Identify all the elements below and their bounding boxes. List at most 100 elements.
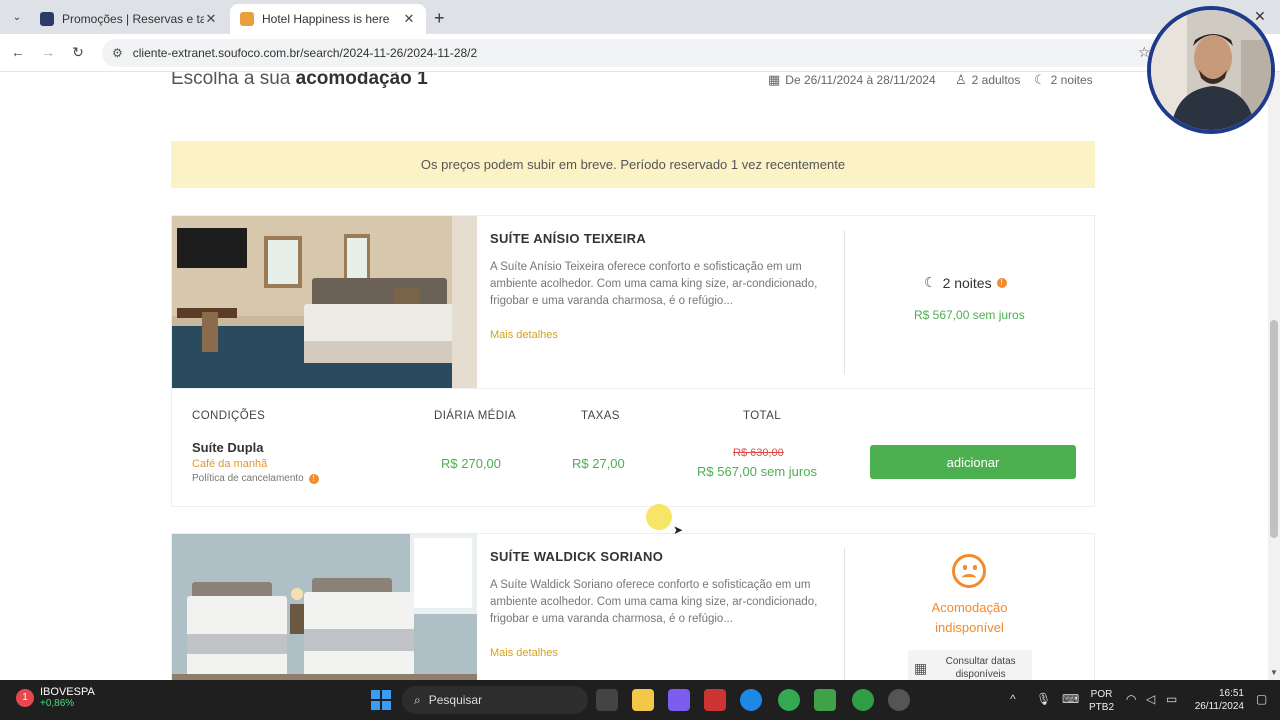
keyboard-layout: PTB2 [1089, 702, 1115, 713]
divider [172, 388, 1094, 389]
copilot-icon[interactable] [668, 689, 690, 711]
more-details-link[interactable]: Mais detalhes [490, 647, 558, 659]
taxes-value: R$ 27,00 [572, 456, 625, 471]
scroll-down-arrow-icon[interactable]: ▼ [1270, 668, 1278, 677]
close-tab-icon[interactable]: ✕ [402, 11, 416, 27]
notification-badge-icon: 1 [16, 688, 34, 707]
stock-widget[interactable]: 1 IBOVESPA +0,86% [16, 686, 95, 709]
edge-browser-icon[interactable] [740, 689, 762, 711]
url-text: cliente-extranet.soufoco.com.br/search/2… [132, 46, 478, 60]
daily-average-value: R$ 270,00 [441, 456, 501, 471]
file-explorer-icon[interactable] [632, 689, 654, 711]
battery-icon[interactable]: ▭ [1166, 692, 1177, 706]
clock-time: 16:51 [1218, 688, 1244, 699]
taskbar-search[interactable]: ⌕ Pesquisar [402, 686, 588, 714]
clock-date: 26/11/2024 [1194, 701, 1244, 712]
reload-icon[interactable]: ↻ [68, 44, 88, 61]
app-icon[interactable] [704, 689, 726, 711]
guests-count: ♙ 2 adultos [955, 72, 1020, 88]
nights-count: ☾ 2 noites [1034, 72, 1093, 88]
address-bar[interactable]: ⚙ cliente-extranet.soufoco.com.br/search… [102, 39, 1162, 67]
windows-start-icon[interactable] [371, 690, 391, 710]
window-close-icon[interactable]: ✕ [1254, 8, 1266, 25]
header-total: TOTAL [743, 410, 781, 422]
info-icon[interactable]: ! [996, 277, 1007, 288]
site-settings-icon[interactable]: ⚙ [112, 46, 123, 60]
cursor-highlight [646, 504, 672, 530]
guests-text: 2 adultos [971, 73, 1021, 87]
room-nights: ☾ 2 noites ! [924, 274, 1007, 291]
heading-prefix: Escolha a sua [171, 72, 291, 89]
room-photo[interactable] [172, 216, 477, 388]
total-price: R$ 567,00 sem juros [697, 464, 817, 479]
room-description: A Suíte Anísio Teixeira oferece conforto… [490, 261, 818, 307]
header-conditions: CONDIÇÕES [192, 410, 266, 422]
language-indicator[interactable]: POR PTB2 [1089, 688, 1114, 714]
hotel-favicon-icon [240, 12, 254, 26]
info-icon[interactable]: ! [308, 473, 319, 484]
windows-taskbar: 1 IBOVESPA +0,86% ⌕ Pesquisar ^ 🎙 ⌨ POR … [0, 680, 1280, 720]
date-range-text: De 26/11/2024 à 28/11/2024 [785, 73, 936, 87]
moon-icon: ☾ [1034, 72, 1046, 87]
browser-tab-bar: ⌄ Promoções | Reservas e tarifas ✕ Hotel… [0, 0, 1280, 34]
tab-search-chevron-icon[interactable]: ⌄ [8, 8, 26, 26]
add-button[interactable]: adicionar [870, 445, 1076, 479]
language-code: POR [1090, 689, 1113, 700]
moon-icon: ☾ [924, 274, 937, 290]
divider [844, 230, 845, 374]
room-nights-text: 2 noites [942, 274, 992, 291]
browser-toolbar: ← → ↻ ⚙ cliente-extranet.soufoco.com.br/… [0, 34, 1280, 72]
settings-icon[interactable] [888, 689, 910, 711]
cancellation-policy-text: Política de cancelamento [192, 473, 304, 484]
calendar-icon: ▦ [914, 659, 928, 676]
consult-dates-label: Consultar datas disponíveis [945, 656, 1016, 680]
tab-hotel-happiness[interactable]: Hotel Happiness is here ✕ [230, 4, 426, 34]
room-price-summary: R$ 567,00 sem juros [914, 308, 1025, 322]
more-details-link[interactable]: Mais detalhes [490, 329, 558, 341]
room-description: A Suíte Waldick Soriano oferece conforto… [490, 579, 818, 625]
nights-text: 2 noites [1050, 73, 1093, 87]
wifi-icon[interactable]: ◠ [1126, 692, 1136, 706]
old-total-price: R$ 630,00 [733, 447, 784, 459]
tab-promocoes[interactable]: Promoções | Reservas e tarifas ✕ [30, 4, 228, 34]
microphone-icon[interactable]: 🎙 [1036, 692, 1051, 706]
cancellation-policy[interactable]: Política de cancelamento ! [192, 473, 319, 484]
site-favicon-icon [40, 12, 54, 26]
tab-title: Promoções | Reservas e tarifas [62, 12, 204, 26]
stock-name: IBOVESPA [40, 686, 95, 698]
store-icon[interactable] [814, 689, 836, 711]
webcam-overlay [1147, 6, 1275, 134]
back-arrow-icon[interactable]: ← [8, 44, 28, 60]
consult-dates-button[interactable]: ▦ Consultar datas disponíveis [908, 650, 1032, 680]
forward-arrow-icon[interactable]: → [38, 44, 58, 60]
chrome-profile-icon[interactable] [852, 689, 874, 711]
tab-title: Hotel Happiness is here [262, 12, 390, 26]
room-photo[interactable] [172, 534, 477, 680]
calendar-icon: ▦ [768, 72, 781, 87]
new-tab-plus-icon[interactable]: + [434, 8, 445, 29]
scrollbar-thumb[interactable] [1270, 320, 1278, 538]
banner-text: Os preços podem subir em breve. Período … [420, 157, 846, 172]
volume-icon[interactable]: ◁ [1146, 692, 1155, 706]
keyboard-icon[interactable]: ⌨ [1062, 692, 1079, 706]
notifications-icon[interactable]: ▢ [1256, 692, 1267, 706]
divider [844, 548, 845, 680]
sad-face-icon [952, 554, 986, 588]
stock-change: +0,86% [40, 698, 75, 709]
chrome-icon[interactable] [778, 689, 800, 711]
person-icon: ♙ [955, 72, 967, 87]
task-view-icon[interactable] [596, 689, 618, 711]
header-daily-average: DIÁRIA MÉDIA [434, 410, 517, 422]
tray-chevron-icon[interactable]: ^ [1010, 692, 1016, 706]
unavailable-status: Acomodação indisponível [931, 600, 1008, 635]
system-clock[interactable]: 16:51 26/11/2024 [1190, 687, 1244, 713]
room-card: SUÍTE ANÍSIO TEIXEIRA A Suíte Anísio Tei… [171, 215, 1095, 507]
page-scrollbar[interactable]: ▼ [1268, 72, 1280, 680]
close-tab-icon[interactable]: ✕ [204, 11, 218, 27]
page-title: Escolha a sua acomodação 1 [171, 72, 428, 90]
header-taxes: TAXAS [581, 410, 620, 422]
room-title: SUÍTE WALDICK SORIANO [490, 549, 664, 564]
room-card: SUÍTE WALDICK SORIANO A Suíte Waldick So… [171, 533, 1095, 680]
meal-plan: Café da manhã [192, 458, 268, 470]
search-placeholder: Pesquisar [428, 693, 483, 707]
